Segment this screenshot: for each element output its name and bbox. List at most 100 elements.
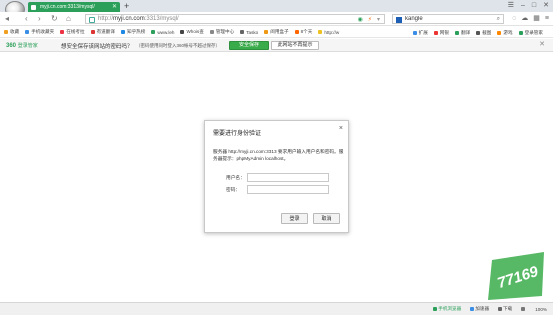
refresh-icon[interactable]: ◌: [512, 14, 516, 24]
page-menu-icon[interactable]: ◂: [5, 14, 9, 24]
status-zoom[interactable]: 100%: [535, 307, 547, 312]
status-bar: 手机浏览器 加速器 下载 100%: [0, 302, 553, 315]
translate-button[interactable]: 翻译: [455, 30, 470, 36]
password-input[interactable]: [247, 185, 329, 194]
status-volume[interactable]: [521, 307, 526, 312]
password-save-note: （密码使用同时登入360帐号不越过保存）: [136, 42, 221, 48]
dialog-title: 需要进行身份验证: [213, 131, 262, 137]
status-download[interactable]: 下载: [498, 306, 512, 312]
search-engine-icon[interactable]: [396, 16, 402, 23]
extension-icon: [412, 30, 417, 35]
toolbar-right: ◌ ☁ ▦ ≡: [512, 14, 549, 24]
bookmark-item[interactable]: http://w: [318, 30, 339, 35]
bookmarks-right-tools: 扩展 网银 翻译 截图 游戏 登录管家: [412, 27, 549, 37]
bookmark-icon: [60, 30, 65, 34]
navigation-bar: ◂ ‹ › ↻ ⌂ http://myji.cn.com:3313/mysql/…: [0, 12, 553, 26]
tab-favicon-icon: [31, 4, 36, 10]
reload-button[interactable]: ↻: [51, 14, 58, 24]
bank-icon: [433, 30, 438, 35]
forward-button[interactable]: ›: [38, 14, 41, 24]
watermark-logo: 77169: [488, 252, 544, 300]
address-bar-icons: ◉ ⚡ ▾: [358, 16, 380, 24]
window-controls: ☰ – □ ✕: [508, 1, 549, 10]
dropdown-icon[interactable]: ▾: [377, 16, 380, 24]
bookmark-item[interactable]: 手机收藏夹: [25, 29, 54, 35]
bookmark-item[interactable]: 管理中心: [209, 29, 234, 35]
bookmark-icon: [294, 30, 299, 34]
back-button[interactable]: ‹: [25, 14, 28, 24]
games-button[interactable]: 游戏: [497, 30, 513, 36]
username-label: 用户名：: [226, 174, 245, 180]
more-icon[interactable]: ≡: [545, 14, 549, 24]
safe-save-button[interactable]: 安全保存: [229, 41, 269, 50]
bookmark-item[interactable]: 8个天: [294, 29, 312, 35]
bookmark-icon: [151, 30, 156, 34]
status-items: 手机浏览器 加速器 下载 100%: [433, 306, 547, 312]
bookmark-item[interactable]: 在线考拉: [60, 29, 85, 35]
scissors-icon: [476, 30, 481, 35]
username-row: 用户名：: [226, 173, 329, 182]
key-icon: [518, 30, 523, 35]
sound-icon: [521, 307, 526, 312]
status-mobile-browser[interactable]: 手机浏览器: [433, 306, 461, 312]
password-save-message: 想安全保存该网站的密码吗？: [61, 44, 133, 50]
close-window-icon[interactable]: ✕: [543, 1, 549, 10]
bookmark-icon: [318, 30, 323, 34]
login-button[interactable]: 登录: [281, 213, 308, 224]
close-bar-icon[interactable]: ✕: [539, 41, 545, 49]
login-manager-button[interactable]: 登录管家: [518, 30, 543, 36]
bookmark-icon: [209, 30, 214, 34]
bookmark-item[interactable]: Whois查: [180, 29, 204, 35]
search-icon[interactable]: ⌕: [497, 15, 500, 24]
address-url[interactable]: http://myji.cn.com:3313/mysql/: [98, 15, 179, 24]
bookmark-icon: [25, 30, 30, 34]
bookmark-item[interactable]: 阅用盒子: [264, 29, 289, 35]
screenshot-button[interactable]: 截图: [476, 30, 491, 36]
bookmark-item[interactable]: www.leh: [151, 30, 174, 35]
search-box[interactable]: ⌕: [392, 14, 504, 24]
bookmark-icon: [120, 30, 125, 34]
gamepad-icon: [497, 30, 502, 35]
address-bar[interactable]: http://myji.cn.com:3313/mysql/ ◉ ⚡ ▾: [85, 14, 385, 24]
bookmark-item[interactable]: 有道翻译: [90, 29, 115, 35]
tab-active[interactable]: myji.cn.com:3313/mysql/ ✕: [28, 2, 120, 12]
tab-bar: myji.cn.com:3313/mysql/ ✕ + ☰ – □ ✕: [0, 0, 553, 18]
lightning-icon[interactable]: ⚡: [368, 16, 372, 24]
security-shield-icon[interactable]: ◉: [358, 16, 363, 24]
page-info-icon[interactable]: [89, 16, 95, 23]
cancel-button[interactable]: 取消: [313, 213, 340, 224]
bookmark-icon: [180, 30, 185, 34]
maximize-icon[interactable]: □: [532, 1, 536, 10]
home-button[interactable]: ⌂: [66, 14, 71, 24]
bank-button[interactable]: 网银: [433, 30, 449, 36]
bookmark-item[interactable]: Tasko: [240, 30, 258, 35]
menu-icon[interactable]: ☰: [508, 1, 514, 10]
username-input[interactable]: [247, 173, 329, 182]
download-icon: [498, 306, 503, 311]
tab-close-icon[interactable]: ✕: [112, 2, 117, 12]
bookmark-icon: [264, 30, 269, 34]
accelerator-icon: [470, 306, 475, 311]
tab-title: myji.cn.com:3313/mysql/: [40, 4, 95, 10]
password-save-bar: 360 登录管家 想安全保存该网站的密码吗？ （密码使用同时登入360帐号不越过…: [0, 39, 553, 52]
status-accelerator[interactable]: 加速器: [470, 306, 489, 312]
cloud-icon[interactable]: ☁: [521, 14, 528, 24]
translate-icon: [455, 30, 459, 35]
bookmark-icon: [240, 30, 245, 34]
login-manager-logo: 360 登录管家: [6, 43, 38, 49]
dialog-close-icon[interactable]: ×: [339, 125, 343, 133]
dialog-message: 服务器 http://myji.cn.com:3313 要求用户输入用户名和密码…: [213, 149, 344, 161]
bookmark-item[interactable]: 收藏: [4, 29, 19, 35]
extensions-button[interactable]: 扩展: [412, 30, 428, 36]
password-row: 密码：: [226, 185, 329, 194]
grid-icon[interactable]: ▦: [533, 14, 540, 24]
minimize-icon[interactable]: –: [521, 1, 525, 10]
new-tab-button[interactable]: +: [124, 1, 129, 11]
phone-icon: [433, 306, 438, 311]
bookmarks-bar: 收藏 手机收藏夹 在线考拉 有道翻译 知乎热榜 www.leh Whois查 管…: [0, 27, 553, 38]
auth-dialog: 需要进行身份验证 × 服务器 http://myji.cn.com:3313 要…: [204, 120, 349, 233]
never-prompt-button[interactable]: 此网站不再提示: [271, 41, 319, 50]
bookmark-icon: [90, 30, 95, 34]
bookmark-item[interactable]: 知乎热榜: [120, 29, 145, 35]
search-input[interactable]: [405, 15, 485, 23]
